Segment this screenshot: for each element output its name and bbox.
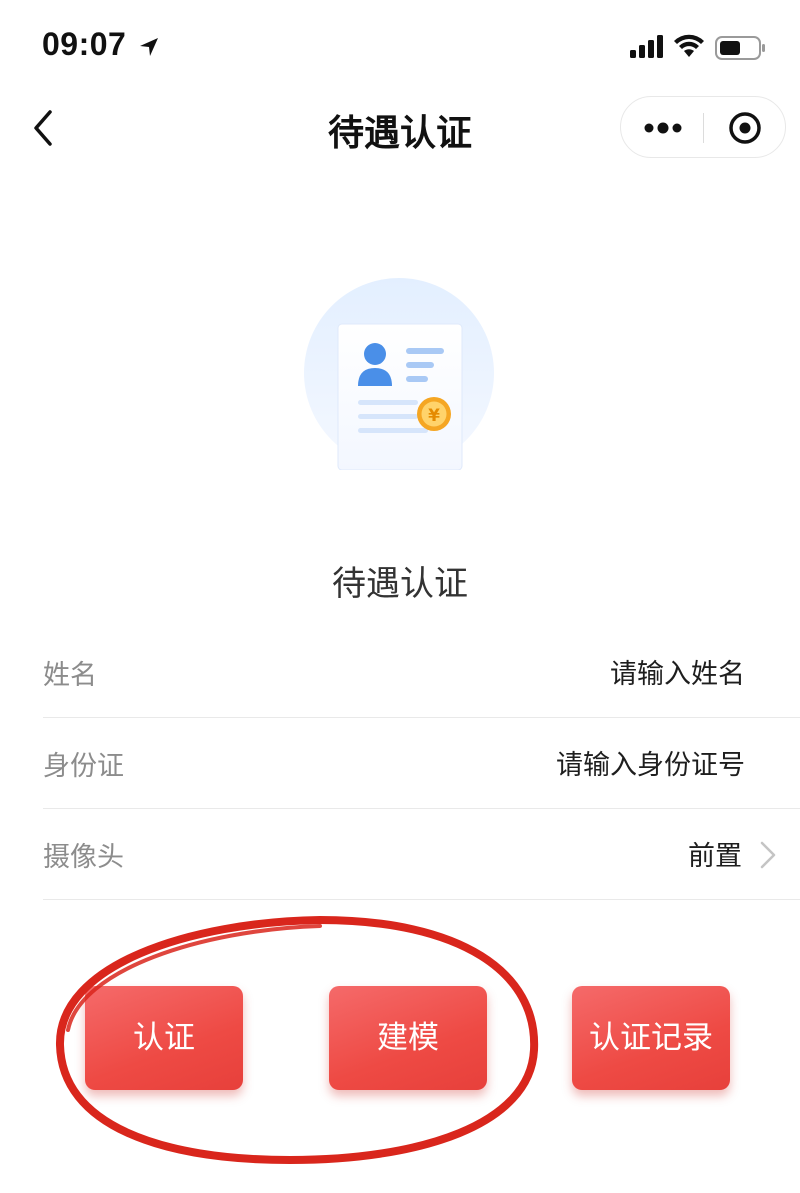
status-bar: 09:07 [0,0,800,90]
name-label: 姓名 [43,660,97,691]
location-arrow-icon [140,38,158,56]
more-dots-icon[interactable] [621,97,703,159]
id-card-input[interactable]: 请输入身份证号 [556,743,745,782]
form-row-camera[interactable]: 摄像头 前置 [43,809,800,900]
form-row-id-card[interactable]: 身份证 请输入身份证号 [43,718,800,809]
mini-program-capsule [620,96,786,158]
svg-text:¥: ¥ [428,406,440,426]
battery-icon [715,36,765,60]
form-row-name[interactable]: 姓名 请输入姓名 [43,627,800,718]
auth-button[interactable]: 认证 [85,986,243,1090]
wifi-icon [674,34,704,57]
camera-select[interactable]: 前置 [688,834,742,873]
auth-record-button[interactable]: 认证记录 [572,986,730,1090]
id-card-illustration: ¥ [304,278,494,470]
name-input[interactable]: 请输入姓名 [610,652,745,691]
chevron-right-icon [760,841,776,869]
capsule-divider [703,113,704,143]
page: 09:07 待遇认证 ¥ 待遇认证 姓名 请输入姓名 身份证 请输入身份证号 摄… [0,0,800,1193]
target-circle-icon[interactable] [705,97,787,159]
status-time: 09:07 [42,26,127,62]
camera-label: 摄像头 [43,842,124,873]
id-card-label: 身份证 [43,751,124,782]
signal-icon [630,35,663,58]
model-button[interactable]: 建模 [329,986,487,1090]
section-title: 待遇认证 [332,564,468,604]
